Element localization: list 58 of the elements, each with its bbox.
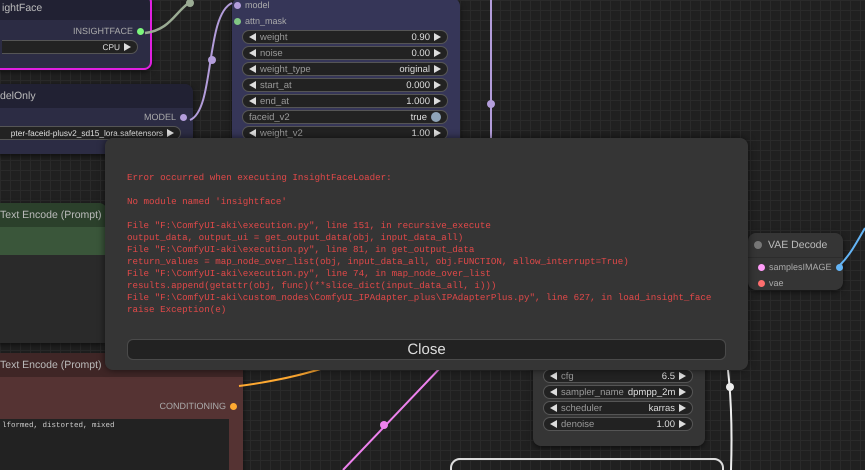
left-arrow-icon[interactable] (249, 129, 256, 137)
input-label: attn_mask (245, 16, 287, 26)
node[interactable]: ightFace INSIGHTFACE CPU (0, 0, 152, 70)
link-midpoint (726, 383, 734, 391)
combo-widget[interactable]: scheduler karras (543, 401, 693, 415)
output-label: MODEL (144, 112, 176, 122)
combo-widget[interactable]: weight_type original (242, 62, 448, 76)
node[interactable]: delOnly MODEL pter-faceid-plusv2_sd15_lora.safetensors (0, 84, 193, 154)
input-dot[interactable] (758, 280, 765, 286)
error-line: results.append(getattr(obj, func)(**slice_dict(input_data_all, i))) (127, 280, 498, 292)
link-wire (839, 228, 865, 266)
number-widget[interactable]: end_at 1.000 (242, 94, 448, 108)
input-dot[interactable] (234, 18, 241, 24)
output-label: CONDITIONING (160, 401, 226, 411)
right-arrow-icon[interactable] (167, 129, 174, 137)
output-label: IMAGE (802, 262, 832, 272)
node-title: delOnly (0, 90, 36, 102)
node[interactable]: Text Encode (Prompt) (0, 203, 107, 343)
output-dot[interactable] (180, 114, 187, 120)
error-line: Error occurred when executing InsightFaceLoader: (127, 172, 393, 184)
input-label: vae (769, 278, 784, 288)
error-line: File "F:\ComfyUI-aki\execution.py", line 151, in recursive_execute (127, 220, 492, 232)
error-line: return_values = map_node_over_list(obj, input_data_all, obj.FUNCTION, allow_interrupt=True) (127, 256, 630, 268)
error-line: output_data, output_ui = get_output_data(obj, input_data_all) (127, 232, 464, 244)
combo-widget[interactable]: sampler_name dpmpp_2m (543, 385, 693, 399)
combo-widget[interactable]: pter-faceid-plusv2_sd15_lora.safetensors (0, 126, 181, 140)
output-dot[interactable] (137, 28, 144, 34)
number-widget[interactable]: denoise 1.00 (543, 417, 693, 431)
output-dot[interactable] (836, 264, 843, 270)
right-arrow-icon[interactable] (434, 129, 441, 137)
number-widget[interactable]: noise 0.00 (242, 46, 448, 60)
link-midpoint (487, 100, 495, 108)
node-title: Text Encode (Prompt) (0, 359, 102, 371)
error-line: File "F:\ComfyUI-aki\execution.py", line 81, in get_output_data (127, 244, 476, 256)
collapse-dot-icon[interactable] (754, 241, 762, 249)
input-label: samples (769, 262, 803, 272)
input-label: model (245, 0, 270, 10)
output-label: INSIGHTFACE (72, 26, 133, 36)
node-title: ightFace (2, 2, 42, 14)
number-widget[interactable]: weight 0.90 (242, 30, 448, 44)
link-midpoint (186, 0, 194, 7)
number-widget[interactable]: start_at 0.000 (242, 78, 448, 92)
node-title: Text Encode (Prompt) (0, 209, 102, 221)
link-midpoint (208, 56, 216, 64)
close-button[interactable]: Close (127, 339, 726, 360)
input-dot[interactable] (758, 264, 765, 270)
node[interactable]: VAE Decode samplesIMAGE vae (748, 233, 843, 290)
link-midpoint (380, 421, 388, 429)
combo-widget[interactable]: CPU (2, 40, 138, 54)
error-line: File "F:\ComfyUI-aki\execution.py", line 74, in map_node_over_list (127, 268, 492, 280)
right-arrow-icon[interactable] (124, 43, 131, 51)
toggle-widget[interactable]: faceid_v2 true (242, 110, 448, 124)
input-dot[interactable] (234, 2, 241, 8)
number-widget[interactable]: cfg 6.5 (543, 369, 693, 383)
error-line: raise Exception(e) (127, 304, 228, 316)
output-dot[interactable] (230, 402, 237, 410)
node-title: VAE Decode (768, 239, 828, 251)
error-line: No module named 'insightface' (127, 196, 288, 208)
